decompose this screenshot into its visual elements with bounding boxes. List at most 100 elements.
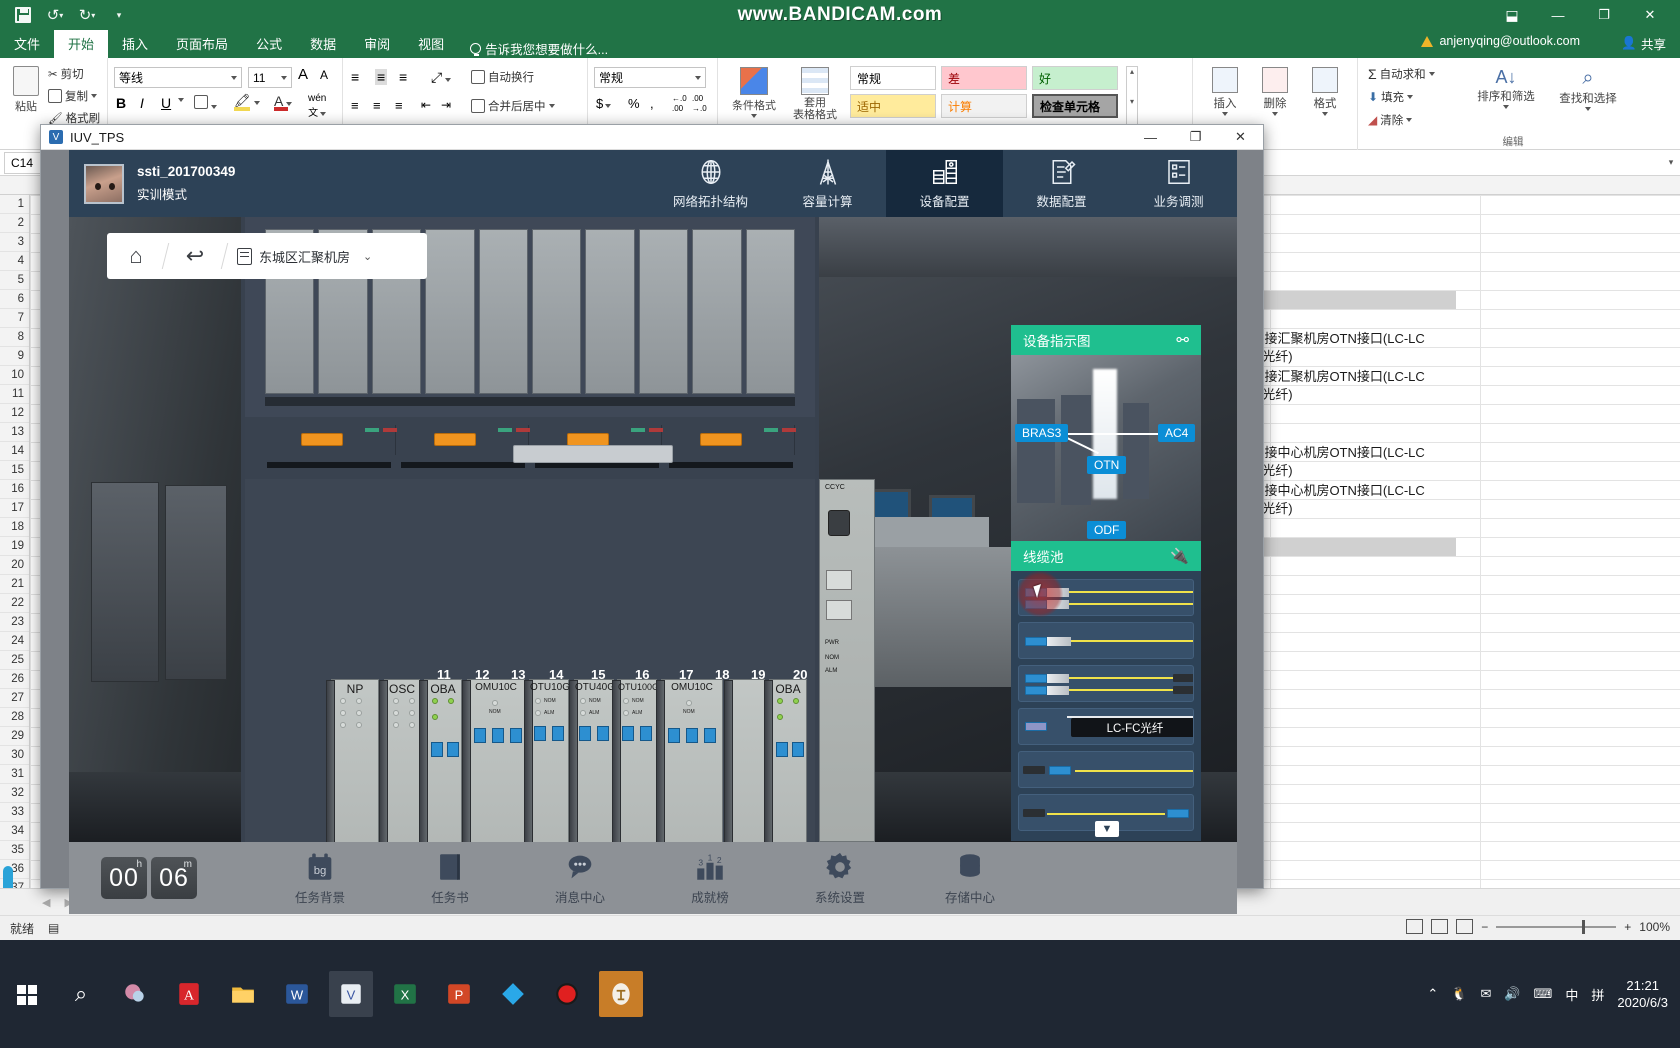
fill-button[interactable]: ⬇ 填充 — [1368, 89, 1414, 105]
mail-icon[interactable]: ✉ — [1481, 986, 1492, 1002]
orientation-button[interactable]: ⤢ — [431, 69, 452, 86]
zoom-out-button[interactable]: − — [1481, 920, 1488, 934]
chevron-down-icon[interactable] — [1503, 105, 1509, 109]
bold-button[interactable]: B — [116, 95, 126, 111]
lc-port[interactable] — [534, 726, 546, 741]
cell-styles-gallery[interactable]: 常规 差 好 适中 计算 检查单元格 — [850, 66, 1120, 118]
underline-button[interactable]: U — [161, 95, 171, 111]
chevron-down-icon[interactable] — [286, 102, 293, 106]
font-color-button[interactable]: A — [274, 93, 293, 111]
table-format-button[interactable]: 套用 表格格式 — [786, 67, 844, 121]
bottom-item-system-settings[interactable]: 系统设置 — [775, 850, 905, 906]
chevron-down-icon[interactable] — [231, 75, 237, 80]
back-arrow-icon[interactable]: ↩ — [166, 243, 224, 269]
ribbon-tab-data[interactable]: 数据 — [296, 30, 350, 58]
row-header[interactable]: 12 — [0, 404, 29, 423]
wrap-text-button[interactable]: 自动换行 — [471, 69, 534, 85]
currency-button[interactable]: $ — [596, 96, 612, 111]
rack-card-omu10c[interactable]: OMU10C NOM — [462, 679, 525, 842]
card-handle[interactable] — [612, 680, 621, 842]
delete-cells-button[interactable]: 删除 — [1253, 67, 1297, 116]
cut-button[interactable]: ✂ 剪切 — [48, 66, 84, 82]
lc-port[interactable] — [668, 728, 680, 743]
align-center-button[interactable]: ≡ — [373, 98, 381, 113]
row-header[interactable]: 11 — [0, 385, 29, 404]
cable-pool-scroll-down-button[interactable]: ▼ — [1095, 821, 1119, 837]
bandicam-icon[interactable] — [545, 971, 589, 1017]
shrink-font-button[interactable]: A — [320, 68, 328, 82]
card-handle[interactable] — [326, 680, 335, 842]
format-cells-button[interactable]: 格式 — [1303, 67, 1347, 116]
nav-tab-topology[interactable]: 网络拓扑结构 — [652, 150, 769, 217]
accessibility-icon[interactable]: ▤ — [48, 921, 59, 935]
row-header[interactable]: 35 — [0, 841, 29, 860]
row-header[interactable]: 33 — [0, 803, 29, 822]
chevron-down-icon[interactable] — [548, 104, 555, 108]
row-header[interactable]: 15 — [0, 461, 29, 480]
file-explorer-icon[interactable] — [221, 971, 265, 1017]
row-header[interactable]: 6 — [0, 290, 29, 309]
row-header[interactable]: 2 — [0, 214, 29, 233]
rack-horizontal-scroll-top[interactable] — [513, 445, 673, 463]
chevron-down-icon[interactable] — [1428, 72, 1435, 76]
conditional-format-button[interactable]: 条件格式 — [726, 67, 782, 118]
rack-card-empty[interactable] — [724, 679, 765, 842]
comma-button[interactable]: , — [650, 96, 654, 111]
keyboard-icon[interactable]: ⌨ — [1534, 986, 1553, 1002]
pinyin-icon[interactable]: 拼 — [1591, 985, 1604, 1004]
row-headers[interactable]: 1 2 3 4 5 6 7 8 9 10 11 12 13 14 15 16 17 18 19 20 21 22 23 24 2… — [0, 195, 30, 936]
lc-port[interactable] — [510, 728, 522, 743]
chevron-down-icon[interactable] — [1322, 112, 1328, 116]
rack-card-omu10c[interactable]: OMU10C NOM — [656, 679, 723, 842]
ime-chinese-icon[interactable]: 中 — [1565, 985, 1578, 1004]
app-window-buttons[interactable]: ― ❐ ✕ — [1128, 125, 1263, 150]
rack-card-oba[interactable]: OBA — [764, 679, 807, 842]
chevron-down-icon[interactable] — [1222, 112, 1228, 116]
lc-port[interactable] — [776, 742, 788, 757]
tell-me-box[interactable]: 告诉我您想要做什么... — [458, 39, 608, 58]
lc-port[interactable] — [640, 726, 652, 741]
row-header[interactable]: 7 — [0, 309, 29, 328]
lc-port[interactable] — [579, 726, 591, 741]
insert-cells-button[interactable]: 插入 — [1203, 67, 1247, 116]
card-handle[interactable] — [379, 680, 388, 842]
adobe-reader-icon[interactable]: A — [167, 971, 211, 1017]
row-header[interactable]: 3 — [0, 233, 29, 252]
align-middle-button[interactable]: ≡ — [375, 69, 388, 85]
lc-port[interactable] — [552, 726, 564, 741]
chevron-down-icon[interactable] — [281, 75, 287, 80]
lc-port[interactable] — [431, 742, 443, 757]
chevron-down-icon[interactable] — [605, 104, 612, 108]
phonetic-guide-button[interactable]: wén 文 — [308, 93, 326, 119]
card-handle[interactable] — [764, 680, 773, 842]
account-info[interactable]: anjenyqing@outlook.com — [1421, 34, 1580, 48]
restore-button[interactable]: ❐ — [1582, 2, 1626, 28]
lc-port[interactable] — [447, 742, 459, 757]
nav-tab-capacity[interactable]: 容量计算 — [769, 150, 886, 217]
zoom-slider[interactable] — [1496, 919, 1617, 934]
font-size-combo[interactable]: 11 — [248, 67, 292, 88]
close-button[interactable]: ✕ — [1628, 2, 1672, 28]
chevron-down-icon[interactable] — [1585, 107, 1591, 111]
excel-window-buttons[interactable]: ⬓ ― ❐ ✕ — [1490, 2, 1672, 28]
bottom-item-storage-center[interactable]: 存储中心 — [905, 850, 1035, 906]
row-header[interactable]: 16 — [0, 480, 29, 499]
sort-filter-button[interactable]: A↓ 排序和筛选 — [1468, 67, 1544, 109]
nav-tab-device-config[interactable]: 设备配置 — [886, 150, 1003, 217]
share-button[interactable]: 👤 共享 — [1621, 34, 1666, 53]
powerpoint-icon[interactable]: P — [437, 971, 481, 1017]
style-calculation[interactable]: 计算 — [941, 94, 1027, 118]
row-header[interactable]: 10 — [0, 366, 29, 385]
avatar[interactable] — [84, 163, 124, 204]
row-header[interactable]: 13 — [0, 423, 29, 442]
cable-pool-list[interactable]: LC-FC光纤 ▼ — [1011, 571, 1201, 841]
row-header[interactable]: 5 — [0, 271, 29, 290]
chevron-down-icon[interactable] — [1406, 118, 1413, 122]
increase-decimal-button[interactable]: ←.0.00 — [672, 94, 687, 114]
zoom-in-button[interactable]: + — [1624, 920, 1631, 934]
copy-button[interactable]: 复制 — [48, 88, 97, 104]
tag-ac4[interactable]: AC4 — [1158, 424, 1196, 442]
search-icon[interactable]: ⌕ — [59, 971, 103, 1017]
row-header[interactable]: 32 — [0, 784, 29, 803]
normal-view-icon[interactable] — [1406, 919, 1424, 934]
